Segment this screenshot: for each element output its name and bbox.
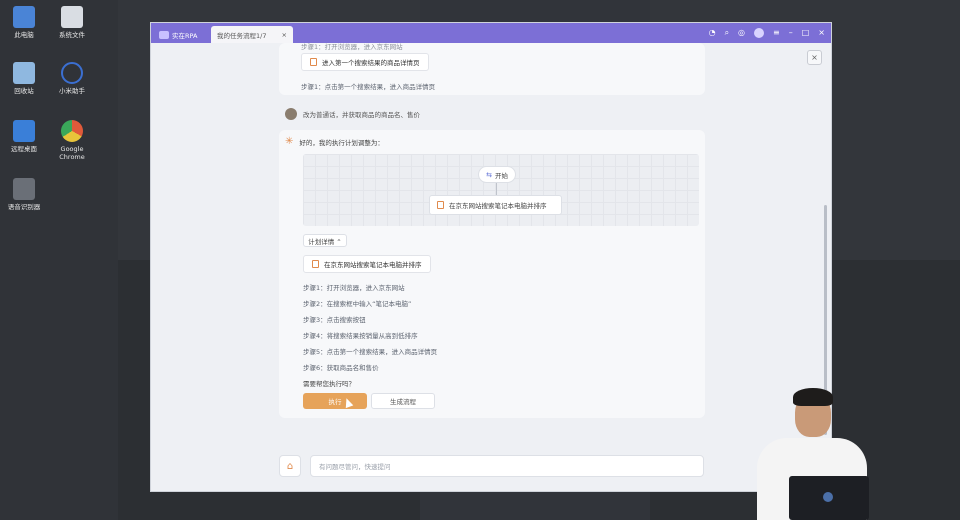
desktop-icon-files[interactable]: 系统文件 bbox=[48, 6, 96, 39]
user-message: 改为普通话，并获取商品的商品名、售价 bbox=[285, 108, 420, 120]
close-icon[interactable]: × bbox=[818, 26, 825, 40]
tab-task-flow[interactable]: 我的任务流程1/7 × bbox=[211, 26, 293, 43]
desktop-icon-keyboard[interactable]: 语音识别器 bbox=[0, 178, 48, 211]
plan-step: 步骤2：在搜索框中输入“笔记本电脑” bbox=[303, 300, 412, 308]
title-bar: 实在RPA 我的任务流程1/7 × ◔ ⌕ ◎ ≡ – □ × bbox=[151, 23, 831, 43]
app-window: 实在RPA 我的任务流程1/7 × ◔ ⌕ ◎ ≡ – □ × × 步骤1：打开… bbox=[150, 22, 832, 492]
desktop-icon-computer[interactable]: 此电脑 bbox=[0, 6, 48, 39]
document-icon bbox=[437, 201, 444, 209]
tab-rpa-home[interactable]: 实在RPA bbox=[159, 27, 211, 43]
help-icon[interactable]: ◔ bbox=[709, 26, 716, 40]
plan-task-card[interactable]: 在京东网站搜索笔记本电脑并排序 bbox=[303, 255, 431, 273]
flow-start-node[interactable]: ⇆ 开始 bbox=[478, 166, 516, 183]
plan-step: 步骤5：点击第一个搜索结果，进入商品详情页 bbox=[303, 348, 438, 356]
laptop-logo-icon bbox=[823, 492, 833, 502]
tab-close-icon[interactable]: × bbox=[282, 31, 287, 39]
chat-input[interactable]: 有问题尽管问，快速提问 bbox=[310, 455, 704, 477]
assistant-icon bbox=[61, 62, 83, 84]
plan-step: 步骤4：将搜索结果按销量从高到低排序 bbox=[303, 332, 418, 340]
document-icon bbox=[310, 58, 317, 66]
presenter-hair bbox=[793, 388, 833, 406]
flow-connector bbox=[496, 183, 497, 195]
presenter-video bbox=[755, 388, 875, 520]
user-avatar-icon bbox=[285, 108, 297, 120]
panel-close-button[interactable]: × bbox=[807, 50, 822, 65]
chrome-icon bbox=[61, 120, 83, 142]
generate-flow-button[interactable]: 生成流程 bbox=[371, 393, 435, 409]
minimize-icon[interactable]: – bbox=[789, 26, 793, 40]
desktop-icon-remote-desktop[interactable]: 远程桌面 bbox=[0, 120, 48, 153]
remote-desktop-icon bbox=[13, 120, 35, 142]
plan-step: 步骤1：打开浏览器，进入京东网站 bbox=[303, 284, 405, 292]
flow-task-node[interactable]: 在京东网站搜索笔记本电脑并排序 bbox=[429, 195, 562, 215]
notification-icon[interactable]: ◎ bbox=[738, 26, 745, 40]
prev-task-card[interactable]: 进入第一个搜索结果的商品详情页 bbox=[301, 53, 429, 71]
keyboard-icon bbox=[13, 178, 35, 200]
bot-intro: ✳ 好的，我的执行计划调整为： bbox=[285, 136, 384, 147]
computer-icon bbox=[13, 6, 35, 28]
laptop bbox=[789, 476, 869, 520]
plan-step: 步骤6：获取商品名和售价 bbox=[303, 364, 379, 372]
flow-preview-canvas[interactable] bbox=[303, 154, 699, 226]
run-button[interactable]: 执行 bbox=[303, 393, 367, 409]
maximize-icon[interactable]: □ bbox=[802, 26, 810, 40]
file-icon bbox=[61, 6, 83, 28]
document-icon bbox=[312, 260, 319, 268]
desktop-icon-assistant[interactable]: 小米助手 bbox=[48, 62, 96, 95]
menu-icon[interactable]: ≡ bbox=[773, 26, 780, 40]
start-icon: ⇆ bbox=[486, 170, 492, 179]
home-button[interactable]: ⌂ bbox=[279, 455, 301, 477]
window-controls: ◔ ⌕ ◎ ≡ – □ × bbox=[709, 26, 825, 40]
rpa-logo-icon bbox=[159, 31, 169, 39]
previous-bot-card: 步骤1：打开浏览器，进入京东网站 进入第一个搜索结果的商品详情页 步骤1：点击第… bbox=[279, 43, 705, 95]
desktop-icon-recycle-bin[interactable]: 回收站 bbox=[0, 62, 48, 95]
home-icon: ⌂ bbox=[286, 460, 294, 472]
desktop-icon-chrome[interactable]: Google Chrome bbox=[48, 120, 96, 161]
plan-step: 步骤3：点击搜索按钮 bbox=[303, 316, 366, 324]
confirm-question: 需要帮您执行吗？ bbox=[303, 380, 355, 388]
bot-logo-icon: ✳ bbox=[285, 136, 294, 147]
plan-details-toggle[interactable]: 计划详情 ⌃ bbox=[303, 234, 347, 247]
user-avatar-icon[interactable] bbox=[754, 28, 765, 38]
search-icon[interactable]: ⌕ bbox=[725, 26, 729, 40]
recycle-bin-icon bbox=[13, 62, 35, 84]
